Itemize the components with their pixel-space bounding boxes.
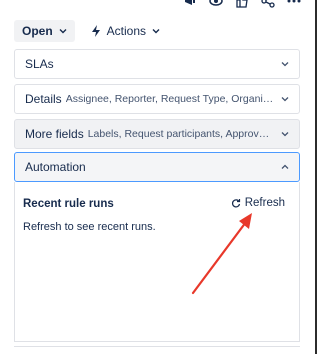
scrollbar[interactable]: [315, 0, 317, 354]
more-fields-panel-header[interactable]: More fields Labels, Request participants…: [14, 119, 300, 149]
actions-dropdown-button[interactable]: Actions: [83, 20, 168, 42]
actions-label: Actions: [106, 24, 147, 38]
thumbs-up-icon[interactable]: [235, 0, 249, 8]
more-fields-title: More fields: [25, 127, 84, 141]
details-title: Details: [25, 92, 62, 106]
chevron-down-icon: [59, 29, 67, 34]
slas-panel-header[interactable]: SLAs: [14, 49, 300, 79]
details-panel-header[interactable]: Details Assignee, Reporter, Request Type…: [14, 84, 300, 114]
status-label: Open: [22, 24, 53, 38]
top-toolbar: [183, 0, 301, 8]
more-options-icon[interactable]: [287, 0, 301, 8]
more-fields-subtitle: Labels, Request participants, Approvers,…: [87, 128, 275, 140]
chevron-down-icon: [281, 97, 289, 102]
automation-panel-body: Recent rule runs Refresh Refresh to see …: [14, 182, 300, 342]
refresh-label: Refresh: [244, 197, 285, 209]
issue-sidebar: Open Actions SLAs Details Assignee, Repo…: [0, 0, 321, 354]
chevron-down-icon: [281, 62, 289, 67]
refresh-button[interactable]: Refresh: [231, 197, 285, 209]
chevron-down-icon: [281, 132, 289, 137]
automation-title: Automation: [25, 160, 86, 174]
share-icon[interactable]: [261, 0, 275, 8]
megaphone-icon[interactable]: [183, 0, 197, 8]
status-action-row: Open Actions: [14, 20, 168, 42]
slas-title: SLAs: [25, 57, 54, 71]
refresh-icon: [231, 199, 240, 208]
chevron-up-icon: [281, 164, 289, 169]
chevron-down-icon: [152, 29, 160, 34]
status-dropdown-button[interactable]: Open: [14, 20, 75, 42]
eye-icon[interactable]: [209, 0, 223, 8]
automation-panel-header[interactable]: Automation: [14, 152, 300, 182]
lightning-icon: [91, 25, 100, 37]
empty-runs-message: Refresh to see recent runs.: [23, 221, 156, 233]
divider: [14, 346, 300, 347]
recent-rule-runs-heading: Recent rule runs: [23, 198, 114, 210]
details-subtitle: Assignee, Reporter, Request Type, Organi…: [65, 93, 275, 105]
